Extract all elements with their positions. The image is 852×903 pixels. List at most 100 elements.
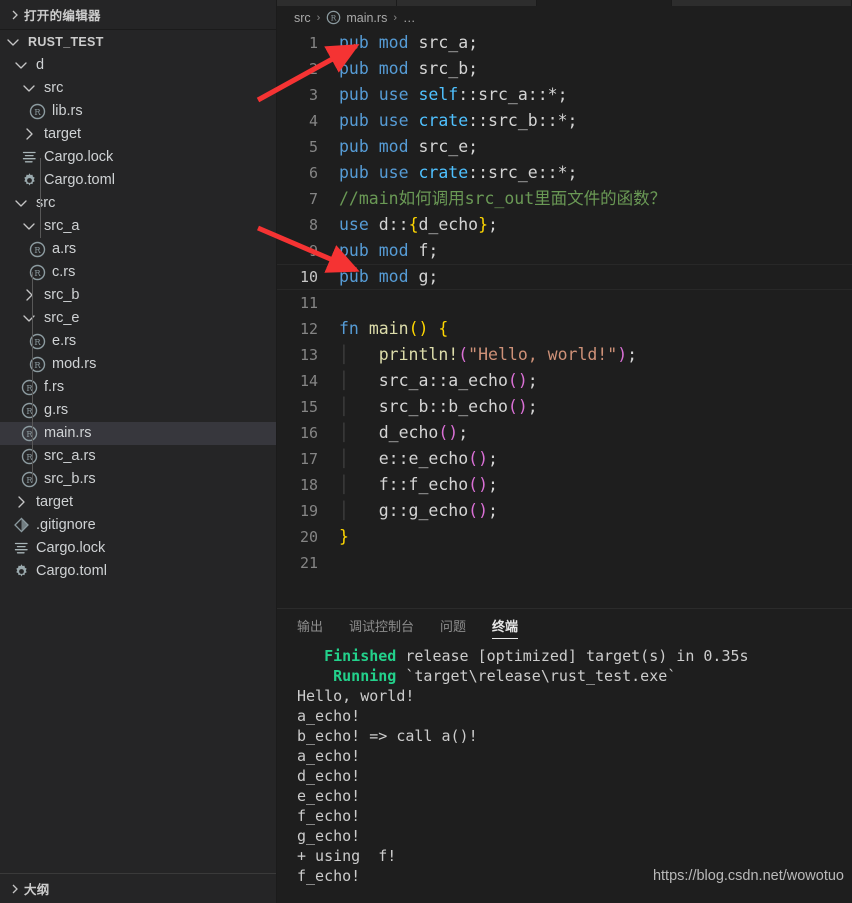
tree-folder-src-b[interactable]: src_b	[0, 284, 276, 307]
tree-folder-src-e[interactable]: src_e	[0, 307, 276, 330]
tree-file-main-rs[interactable]: Rmain.rs	[0, 422, 276, 445]
tree-item-label: src_a.rs	[44, 448, 96, 464]
panel-tab-2[interactable]: 问题	[440, 609, 466, 644]
panel-tab-bar[interactable]: 输出 调试控制台 问题 终端	[277, 609, 852, 644]
code-line[interactable]: 19 │ g::g_echo();	[277, 498, 852, 524]
outline-label: 大纲	[24, 883, 50, 897]
panel-tab-3[interactable]: 终端	[492, 609, 519, 644]
tree-item-label: lib.rs	[52, 103, 83, 119]
rust-icon: R	[20, 399, 40, 422]
chevron-down-icon[interactable]	[20, 77, 40, 100]
line-number: 18	[299, 476, 318, 494]
rust-icon: R	[20, 468, 40, 491]
tree-file-cargo-toml[interactable]: Cargo.toml	[0, 169, 276, 192]
chevron-down-icon[interactable]	[4, 31, 24, 54]
code-line[interactable]: 20}	[277, 524, 852, 550]
code-line-content: pub use crate::src_e::*;	[339, 163, 578, 182]
code-line[interactable]: 2 pub mod src_b;	[277, 56, 852, 82]
code-line[interactable]: 15 │ src_b::b_echo();	[277, 394, 852, 420]
panel-tab-0[interactable]: 输出	[297, 609, 323, 644]
chevron-right-icon[interactable]	[20, 284, 40, 307]
tree-file-e-rs[interactable]: Re.rs	[0, 330, 276, 353]
terminal-line: Hello, world!	[297, 687, 415, 705]
code-line[interactable]: 9 pub mod f;	[277, 238, 852, 264]
code-line-content: │ println!("Hello, world!");	[339, 345, 638, 364]
rust-icon: R	[28, 261, 48, 284]
code-line[interactable]: 11	[277, 290, 852, 316]
panel-tab-1[interactable]: 调试控制台	[349, 609, 414, 644]
tree-file-c-rs[interactable]: Rc.rs	[0, 261, 276, 284]
line-number: 15	[299, 398, 318, 416]
code-line[interactable]: 17 │ e::e_echo();	[277, 446, 852, 472]
chevron-right-icon[interactable]	[20, 123, 40, 146]
code-line[interactable]: 21	[277, 550, 852, 576]
rust-icon: R	[28, 100, 48, 123]
tree-file-cargo-lock[interactable]: Cargo.lock	[0, 146, 276, 169]
tree-file-cargo-lock[interactable]: Cargo.lock	[0, 537, 276, 560]
tree-file-f-rs[interactable]: Rf.rs	[0, 376, 276, 399]
chevron-down-icon[interactable]	[20, 215, 40, 238]
tree-file-a-rs[interactable]: Ra.rs	[0, 238, 276, 261]
code-editor[interactable]: 1 pub mod src_a; 2 pub mod src_b; 3 pub use s…	[277, 30, 852, 608]
chevron-down-icon[interactable]	[20, 307, 40, 330]
rust-icon: R	[326, 10, 342, 26]
terminal-output[interactable]: Finished release [optimized] target(s) i…	[277, 644, 852, 903]
tree-folder-d[interactable]: d	[0, 54, 276, 77]
terminal-line: g_echo!	[297, 827, 361, 845]
code-line[interactable]: 18 │ f::f_echo();	[277, 472, 852, 498]
open-editors-pane-header[interactable]: 打开的编辑器	[0, 0, 276, 30]
code-line[interactable]: 5 pub mod src_e;	[277, 134, 852, 160]
breadcrumb-item[interactable]: main.rs	[346, 11, 387, 25]
vscode-window: 打开的编辑器 RUST_TEST d src Rlib.rs target Cargo.l…	[0, 0, 852, 903]
code-line[interactable]: 14 │ src_a::a_echo();	[277, 368, 852, 394]
rust-icon: R	[20, 445, 40, 468]
tree-file-src-b-rs[interactable]: Rsrc_b.rs	[0, 468, 276, 491]
chevron-right-icon[interactable]	[12, 491, 32, 514]
code-line[interactable]: 1 pub mod src_a;	[277, 30, 852, 56]
tree-folder-src[interactable]: src	[0, 77, 276, 100]
tree-file-cargo-toml[interactable]: Cargo.toml	[0, 560, 276, 583]
tree-root-rust_test[interactable]: RUST_TEST	[0, 31, 276, 54]
breadcrumb-item[interactable]: src	[294, 11, 311, 25]
chevron-right-icon[interactable]	[6, 6, 24, 24]
tree-file-lib-rs[interactable]: Rlib.rs	[0, 100, 276, 123]
code-line[interactable]: 12 fn main() {	[277, 316, 852, 342]
code-line[interactable]: 6 pub use crate::src_e::*;	[277, 160, 852, 186]
tree-file-src-a-rs[interactable]: Rsrc_a.rs	[0, 445, 276, 468]
code-line[interactable]: 4 pub use crate::src_b::*;	[277, 108, 852, 134]
line-number: 17	[299, 450, 318, 468]
code-line[interactable]: 3 pub use self::src_a::*;	[277, 82, 852, 108]
tree-indent-guide	[32, 272, 33, 482]
line-number: 2	[308, 60, 318, 78]
chevron-down-icon[interactable]	[12, 192, 32, 215]
code-line[interactable]: 8 use d::{d_echo};	[277, 212, 852, 238]
tree-item-label: c.rs	[52, 264, 76, 280]
tree-folder-target[interactable]: target	[0, 491, 276, 514]
terminal-line: a_echo!	[297, 707, 361, 725]
breadcrumb-item[interactable]: …	[403, 11, 416, 25]
code-line-content: pub mod f;	[339, 241, 439, 260]
breadcrumb[interactable]: src › Rmain.rs ›…	[277, 6, 852, 30]
tree-file--gitignore[interactable]: .gitignore	[0, 514, 276, 537]
tree-folder-src-a[interactable]: src_a	[0, 215, 276, 238]
line-number: 13	[299, 346, 318, 364]
line-number: 7	[308, 190, 318, 208]
code-line[interactable]: 7 //main如何调用src_out里面文件的函数？	[277, 186, 852, 212]
terminal-line: Running `target\release\rust_test.exe`	[333, 667, 677, 685]
chevron-down-icon[interactable]	[12, 54, 32, 77]
outline-pane-header[interactable]: 大纲	[0, 873, 276, 903]
tree-file-g-rs[interactable]: Rg.rs	[0, 399, 276, 422]
line-number: 3	[308, 86, 318, 104]
file-tree[interactable]: RUST_TEST d src Rlib.rs target Cargo.lock Carg…	[0, 30, 276, 873]
tree-file-mod-rs[interactable]: Rmod.rs	[0, 353, 276, 376]
code-line[interactable]: 10 pub mod g;	[277, 264, 852, 290]
tree-folder-src[interactable]: src	[0, 192, 276, 215]
code-line[interactable]: 13 │ println!("Hello, world!");	[277, 342, 852, 368]
code-line-content: //main如何调用src_out里面文件的函数？	[339, 189, 667, 208]
code-line[interactable]: 16 │ d_echo();	[277, 420, 852, 446]
tree-folder-target[interactable]: target	[0, 123, 276, 146]
chevron-right-icon[interactable]	[6, 880, 24, 898]
